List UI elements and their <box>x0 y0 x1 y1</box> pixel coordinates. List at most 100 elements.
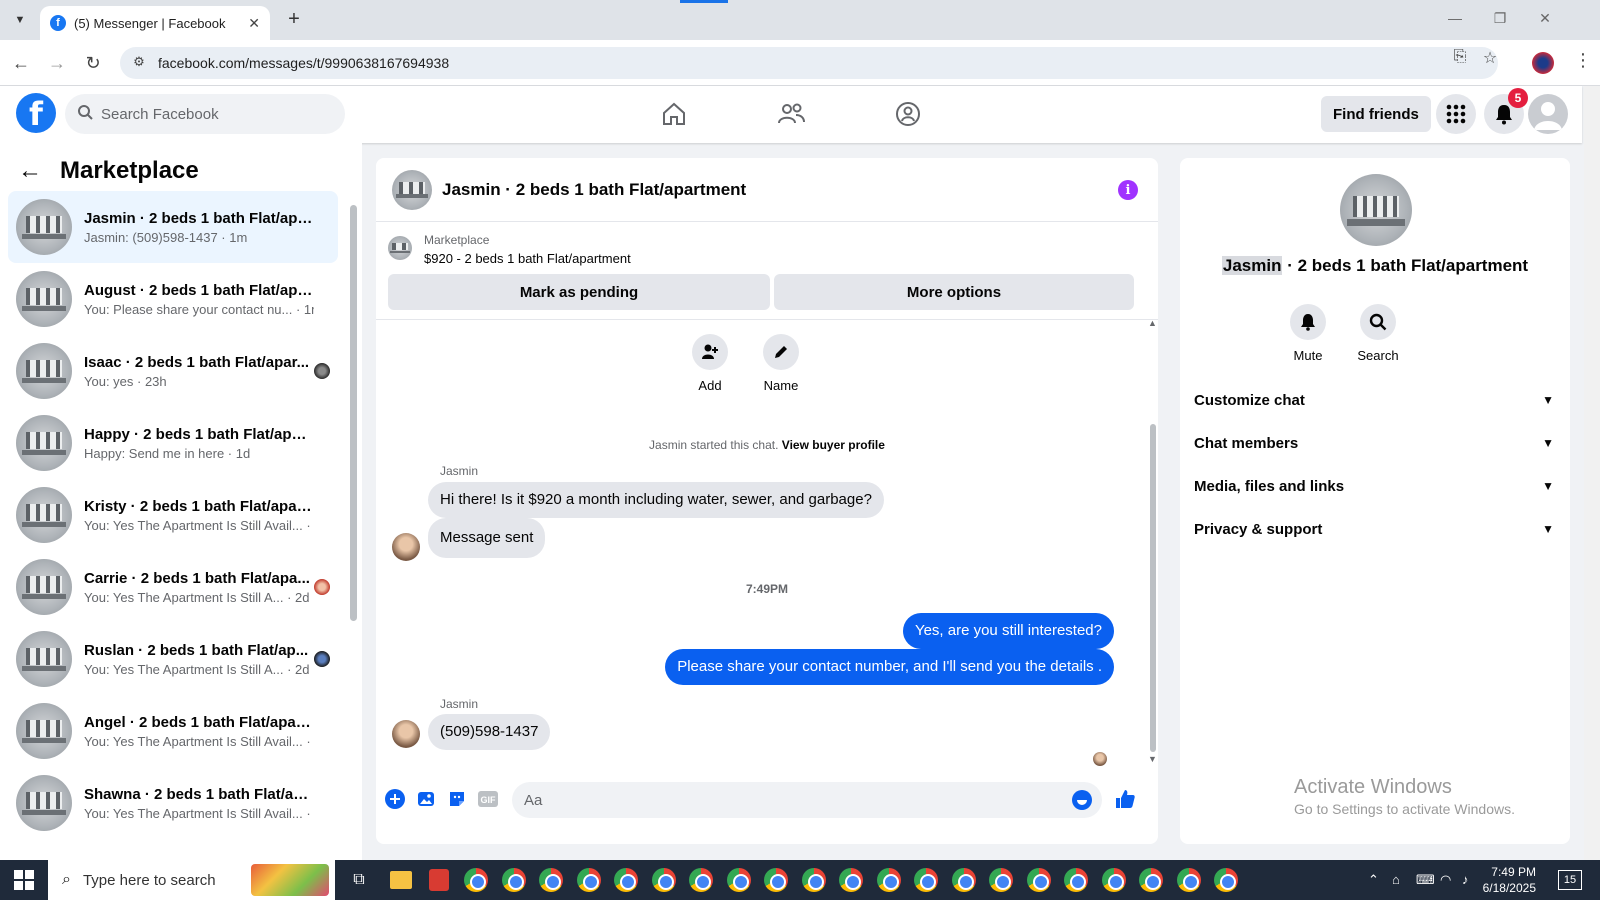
chrome-icon[interactable] <box>800 866 828 894</box>
chrome-icon[interactable] <box>500 866 528 894</box>
conversation-item[interactable]: Carrie · 2 beds 1 bath Flat/apa... You: Y… <box>8 551 338 623</box>
chat-title[interactable]: Jasmin · 2 beds 1 bath Flat/apartment <box>442 180 746 200</box>
friends-icon[interactable] <box>771 96 811 132</box>
facebook-search[interactable] <box>65 94 345 134</box>
chrome-icon[interactable] <box>875 866 903 894</box>
chrome-icon[interactable] <box>950 866 978 894</box>
listing-title[interactable]: $920 - 2 beds 1 bath Flat/apartment <box>424 251 631 266</box>
reload-icon[interactable]: ↻ <box>82 52 104 74</box>
taskbar-search-input[interactable] <box>82 871 243 889</box>
minimize-icon[interactable]: — <box>1440 10 1470 26</box>
chrome-icon[interactable] <box>987 866 1015 894</box>
app-pinned-icon[interactable] <box>425 866 453 894</box>
bookmark-star-icon[interactable]: ☆ <box>1478 48 1502 68</box>
chrome-icon[interactable] <box>1212 866 1240 894</box>
browser-tab[interactable]: f (5) Messenger | Facebook ✕ <box>40 6 270 40</box>
site-settings-icon[interactable]: ⚙ <box>130 54 148 72</box>
conversation-item[interactable]: Jasmin · 2 beds 1 bath Flat/apart... Jasm… <box>8 191 338 263</box>
new-tab-icon[interactable]: + <box>282 8 306 31</box>
chat-listing-thumbnail[interactable] <box>392 169 432 210</box>
chrome-icon[interactable] <box>1100 866 1128 894</box>
back-arrow-icon[interactable]: ← <box>18 157 42 185</box>
incoming-message[interactable]: (509)598-1437 <box>428 714 551 750</box>
restore-icon[interactable]: ❐ <box>1485 10 1515 27</box>
chrome-icon[interactable] <box>837 866 865 894</box>
chat-members-row[interactable]: Chat members ▼ <box>1194 423 1554 463</box>
sidebar-scrollbar[interactable] <box>350 205 357 621</box>
info-icon[interactable]: i <box>1118 180 1138 200</box>
sender-avatar[interactable] <box>392 533 420 561</box>
conversation-item[interactable]: Angel · 2 beds 1 bath Flat/apart... You: … <box>8 695 338 767</box>
scroll-up-arrow-icon[interactable]: ▲ <box>1148 318 1157 328</box>
page-scrollbar[interactable] <box>1584 86 1600 860</box>
action-center-icon[interactable]: 15 <box>1558 870 1582 890</box>
home-icon[interactable] <box>654 96 694 132</box>
close-window-icon[interactable]: ✕ <box>1530 10 1560 27</box>
tab-search-chevron-icon[interactable]: ▼ <box>8 8 32 32</box>
privacy-support-row[interactable]: Privacy & support ▼ <box>1194 509 1554 549</box>
chrome-icon[interactable] <box>1137 866 1165 894</box>
plus-circle-icon[interactable] <box>384 788 406 810</box>
facebook-logo-icon[interactable]: f <box>16 93 56 133</box>
file-explorer-icon[interactable] <box>387 866 415 894</box>
gif-icon[interactable]: GIF <box>477 788 499 810</box>
task-view-icon[interactable]: ⧉ <box>345 866 373 894</box>
thumbs-up-icon[interactable] <box>1114 788 1136 810</box>
more-options-button[interactable]: More options <box>774 274 1134 310</box>
view-buyer-profile-link[interactable]: View buyer profile <box>782 438 885 452</box>
conversation-item[interactable]: Ruslan · 2 beds 1 bath Flat/ap... You: Ye… <box>8 623 338 695</box>
conversation-item[interactable]: Happy · 2 beds 1 bath Flat/apart... Happy… <box>8 407 338 479</box>
chrome-icon[interactable] <box>725 866 753 894</box>
browser-menu-icon[interactable]: ⋮ <box>1574 50 1592 71</box>
chrome-icon[interactable] <box>462 866 490 894</box>
chrome-icon[interactable] <box>1025 866 1053 894</box>
conversation-item[interactable]: Shawna · 2 beds 1 bath Flat/apar... You: … <box>8 767 338 839</box>
facebook-search-input[interactable] <box>101 105 321 123</box>
mute-action[interactable]: Mute <box>1278 304 1338 363</box>
tray-network-device-icon[interactable]: ⌂ <box>1392 872 1400 887</box>
taskbar-clock[interactable]: 7:49 PM 6/18/2025 <box>1456 864 1536 896</box>
photo-icon[interactable] <box>415 788 437 810</box>
tray-chevron-up-icon[interactable]: ⌃ <box>1368 872 1379 888</box>
menu-grid-icon[interactable] <box>1436 94 1476 134</box>
emoji-icon[interactable] <box>1072 790 1092 810</box>
groups-icon[interactable] <box>888 96 928 132</box>
tab-close-icon[interactable]: ✕ <box>248 15 260 32</box>
chrome-icon[interactable] <box>1062 866 1090 894</box>
install-app-icon[interactable]: ⎘ <box>1448 48 1472 66</box>
sticker-icon[interactable] <box>446 788 468 810</box>
conversation-item[interactable]: August · 2 beds 1 bath Flat/apar... You: … <box>8 263 338 335</box>
omnibox[interactable]: ⚙ facebook.com/messages/t/99906381676949… <box>120 47 1498 79</box>
tray-keyboard-icon[interactable]: ⌨ <box>1416 872 1435 888</box>
chrome-icon[interactable] <box>575 866 603 894</box>
customize-chat-row[interactable]: Customize chat ▼ <box>1194 380 1554 420</box>
chrome-icon[interactable] <box>762 866 790 894</box>
account-avatar[interactable] <box>1528 94 1568 134</box>
forward-icon[interactable]: → <box>46 52 68 74</box>
chrome-icon[interactable] <box>1175 866 1203 894</box>
conversation-item[interactable]: Kristy · 2 beds 1 bath Flat/apart... You:… <box>8 479 338 551</box>
conversation-item[interactable]: Isaac · 2 beds 1 bath Flat/apar... You: y… <box>8 335 338 407</box>
add-people-action[interactable]: Add <box>680 334 740 393</box>
windows-start-icon[interactable] <box>14 870 34 890</box>
incoming-message[interactable]: Hi there! Is it $920 a month including w… <box>428 482 884 518</box>
chrome-icon[interactable] <box>537 866 565 894</box>
message-input-field[interactable] <box>512 782 1102 818</box>
chrome-icon[interactable] <box>650 866 678 894</box>
incoming-message[interactable]: Message sent <box>428 518 546 558</box>
chrome-icon[interactable] <box>687 866 715 894</box>
chrome-icon[interactable] <box>612 866 640 894</box>
chat-info-avatar[interactable] <box>1340 174 1412 246</box>
mark-as-pending-button[interactable]: Mark as pending <box>388 274 770 310</box>
taskbar-search[interactable]: ⌕ <box>48 860 335 900</box>
chat-scrollbar[interactable] <box>1150 424 1156 752</box>
chrome-icon[interactable] <box>912 866 940 894</box>
media-files-links-row[interactable]: Media, files and links ▼ <box>1194 466 1554 506</box>
outgoing-message[interactable]: Yes, are you still interested? <box>902 613 1114 649</box>
sender-avatar[interactable] <box>392 720 420 748</box>
outgoing-message[interactable]: Please share your contact number, and I'… <box>665 649 1114 685</box>
back-icon[interactable]: ← <box>10 52 32 74</box>
scroll-down-arrow-icon[interactable]: ▼ <box>1148 754 1157 764</box>
profile-avatar-icon[interactable] <box>1532 52 1554 74</box>
find-friends-button[interactable]: Find friends <box>1321 96 1431 132</box>
